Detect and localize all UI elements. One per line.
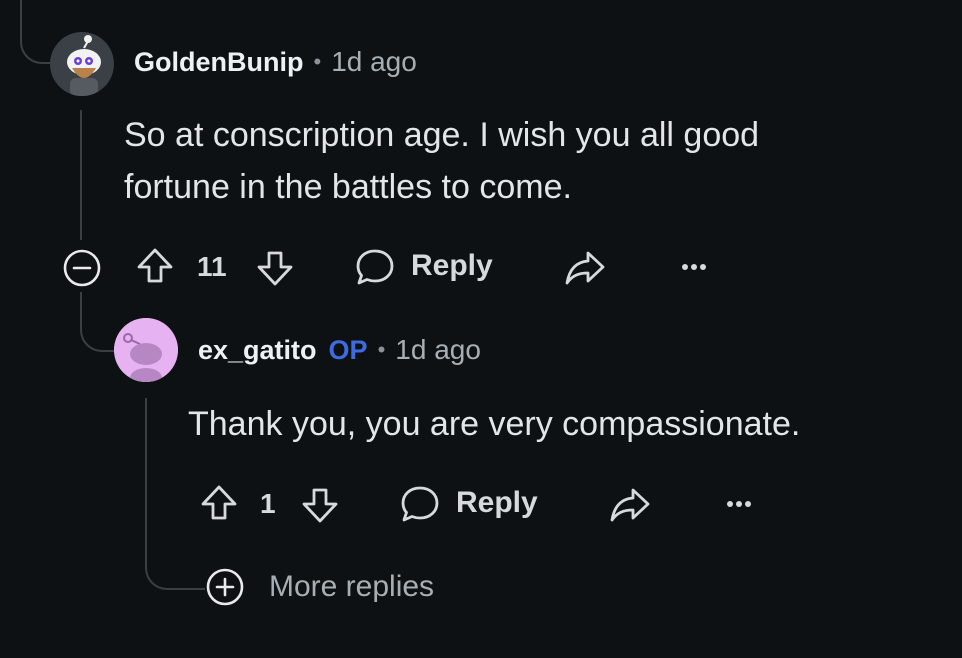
expand-icon	[206, 568, 244, 606]
upvote-icon[interactable]	[199, 483, 239, 523]
more-options-icon[interactable]	[680, 260, 708, 274]
reply-button[interactable]: Reply	[399, 481, 539, 527]
downvote-icon[interactable]	[255, 248, 295, 288]
more-replies-label: More replies	[269, 570, 435, 603]
share-icon[interactable]	[563, 248, 607, 288]
thread-connector-top	[20, 0, 52, 64]
share-icon[interactable]	[608, 485, 652, 525]
timestamp[interactable]: 1d ago	[331, 46, 417, 78]
comment-text-line: fortune in the battles to come.	[124, 168, 572, 206]
comment-header: ex_gatito OP • 1d ago	[198, 332, 481, 368]
reply-label: Reply	[411, 249, 493, 282]
snoo-avatar-image	[50, 32, 114, 96]
vote-score: 11	[197, 251, 227, 282]
thread-line-comment-2	[145, 398, 147, 510]
thread-connector-reply	[80, 292, 116, 352]
snoo-avatar-image	[114, 318, 178, 382]
comment-header: GoldenBunip • 1d ago	[134, 44, 417, 80]
avatar[interactable]	[114, 318, 178, 382]
thread-line-comment-1	[80, 110, 82, 240]
op-badge: OP	[328, 334, 368, 365]
separator-dot: •	[377, 337, 386, 362]
more-options-icon[interactable]	[725, 497, 753, 511]
more-replies-button[interactable]: More replies	[204, 566, 454, 608]
avatar[interactable]	[50, 32, 114, 96]
comment-text-line: So at conscription age. I wish you all g…	[124, 116, 760, 154]
separator-dot: •	[313, 49, 322, 74]
thread-connector-more	[145, 510, 205, 590]
downvote-icon[interactable]	[300, 485, 340, 525]
reply-button[interactable]: Reply	[354, 244, 494, 290]
collapse-icon[interactable]	[62, 248, 102, 288]
comment-text-line: Thank you, you are very compassionate.	[188, 405, 801, 443]
author-username[interactable]: ex_gatito	[198, 335, 317, 366]
comment-body: Thank you, you are very compassionate.	[188, 398, 948, 450]
comment-body: So at conscription age. I wish you all g…	[124, 109, 924, 213]
comment-bubble-icon	[356, 249, 394, 285]
vote-score: 1	[260, 488, 276, 519]
timestamp[interactable]: 1d ago	[395, 334, 481, 366]
author-username[interactable]: GoldenBunip	[134, 47, 303, 78]
reply-label: Reply	[456, 486, 538, 519]
comment-bubble-icon	[401, 486, 439, 522]
upvote-icon[interactable]	[135, 246, 175, 286]
